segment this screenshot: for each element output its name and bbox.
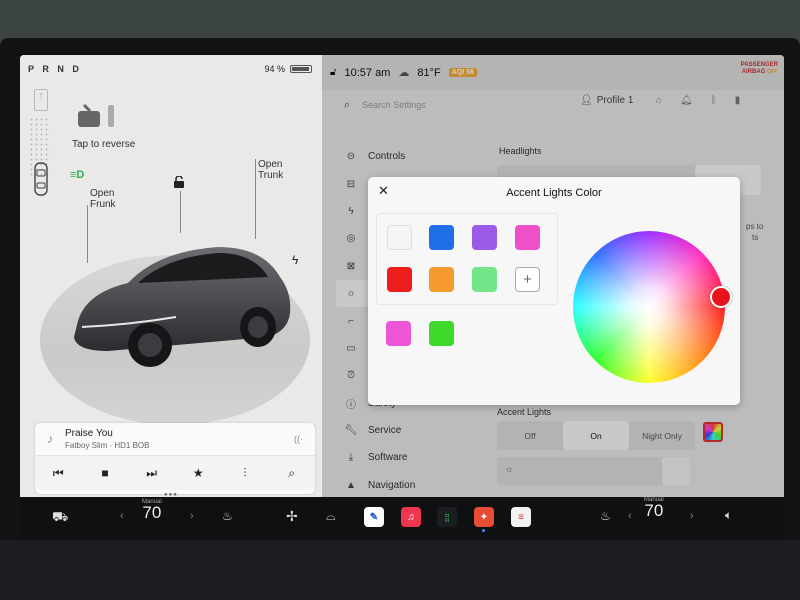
active-app-dot	[482, 529, 485, 532]
tap-to-reverse-label[interactable]: Tap to reverse	[72, 139, 135, 150]
tesla-app-icon[interactable]: ✎	[364, 507, 384, 527]
music-app-icon[interactable]: ♫	[401, 507, 421, 527]
battery-percent: 94 %	[264, 64, 285, 74]
windshield-defrost-icon[interactable]: ⌓	[326, 509, 336, 524]
battery-icon	[290, 65, 312, 73]
swatch-white[interactable]	[387, 225, 412, 250]
notes-app-icon[interactable]: ≡	[511, 507, 531, 527]
unlocked-icon[interactable]	[173, 176, 185, 188]
track-title: Praise You	[65, 428, 113, 439]
swatch-purple[interactable]	[472, 225, 497, 250]
stop-icon[interactable]: ■	[95, 466, 115, 480]
favorite-star-icon[interactable]: ★	[188, 466, 208, 480]
swatch-pink[interactable]	[515, 225, 540, 250]
color-wheel[interactable]	[573, 231, 725, 383]
trunk-leader-line	[255, 159, 256, 239]
car-visualization-panel: P R N D 94 % ↑ Tap to reverse ≡D Open Fr…	[20, 55, 322, 498]
brake-pedal-icon[interactable]	[76, 103, 120, 129]
passenger-temp-decrease[interactable]: ‹	[628, 510, 632, 522]
next-track-icon[interactable]: ⏭	[142, 466, 162, 481]
headlights-status-icon: ≡D	[70, 169, 85, 181]
swatch-green[interactable]	[472, 267, 497, 292]
media-player-card[interactable]: ♪ Praise You Fatboy Slim · HD1 BOB ((· ⏮…	[35, 423, 315, 494]
bezel-bottom	[0, 540, 800, 600]
car-topview-icon[interactable]	[34, 162, 48, 196]
dialog-title: Accent Lights Color	[506, 187, 602, 199]
driver-temp-value: 70	[142, 503, 162, 522]
volume-speaker-icon[interactable]: 🔈︎	[725, 508, 732, 523]
equalizer-icon[interactable]: ⫶	[235, 466, 255, 481]
touchscreen: P R N D 94 % ↑ Tap to reverse ≡D Open Fr…	[20, 55, 784, 540]
color-swatch-grid: +	[376, 213, 558, 305]
toybox-app-icon[interactable]: ✦	[474, 507, 494, 527]
car-menu-icon[interactable]: ⛟	[52, 509, 68, 527]
swatch-red[interactable]	[387, 267, 412, 292]
driver-temperature: Manual 70	[142, 499, 162, 523]
drive-mode-arrow-icon[interactable]: ↑	[34, 89, 48, 111]
driver-temp-increase[interactable]: ›	[190, 510, 194, 522]
media-controls: ⏮ ■ ⏭ ★ ⫶ ⌕	[35, 455, 315, 490]
gear-indicator: P R N D	[28, 64, 82, 74]
passenger-temp-increase[interactable]: ›	[690, 510, 694, 522]
battery-status: 94 %	[264, 64, 312, 74]
music-note-icon: ♪	[47, 432, 53, 446]
add-swatch-button[interactable]: +	[515, 267, 540, 292]
vehicle-render	[74, 247, 291, 367]
previous-track-icon[interactable]: ⏮	[48, 466, 68, 481]
color-wheel-handle[interactable]	[710, 286, 732, 308]
passenger-seat-heater-icon[interactable]: ♨	[600, 509, 611, 523]
swatch-orange[interactable]	[429, 267, 454, 292]
accent-lights-color-dialog: ✕ Accent Lights Color +	[368, 177, 740, 405]
custom-swatch-green[interactable]	[429, 321, 454, 346]
fan-icon[interactable]: ✢	[286, 508, 298, 525]
radio-source-icon[interactable]: ((·	[294, 434, 303, 444]
passenger-temperature: Manual 70	[644, 497, 664, 521]
open-frunk-button[interactable]: Open Frunk	[90, 188, 116, 210]
custom-swatch-magenta[interactable]	[386, 321, 411, 346]
passenger-temp-value: 70	[644, 501, 664, 520]
driver-seat-heater-icon[interactable]: ♨	[222, 509, 233, 523]
multi-app-icon[interactable]: ⣿	[437, 507, 457, 527]
track-artist: Fatboy Slim · HD1 BOB	[65, 441, 150, 450]
search-media-icon[interactable]: ⌕	[282, 466, 302, 481]
lock-leader-line	[180, 191, 181, 233]
swatch-blue[interactable]	[429, 225, 454, 250]
open-trunk-button[interactable]: Open Trunk	[258, 159, 283, 181]
driver-temp-decrease[interactable]: ‹	[120, 510, 124, 522]
